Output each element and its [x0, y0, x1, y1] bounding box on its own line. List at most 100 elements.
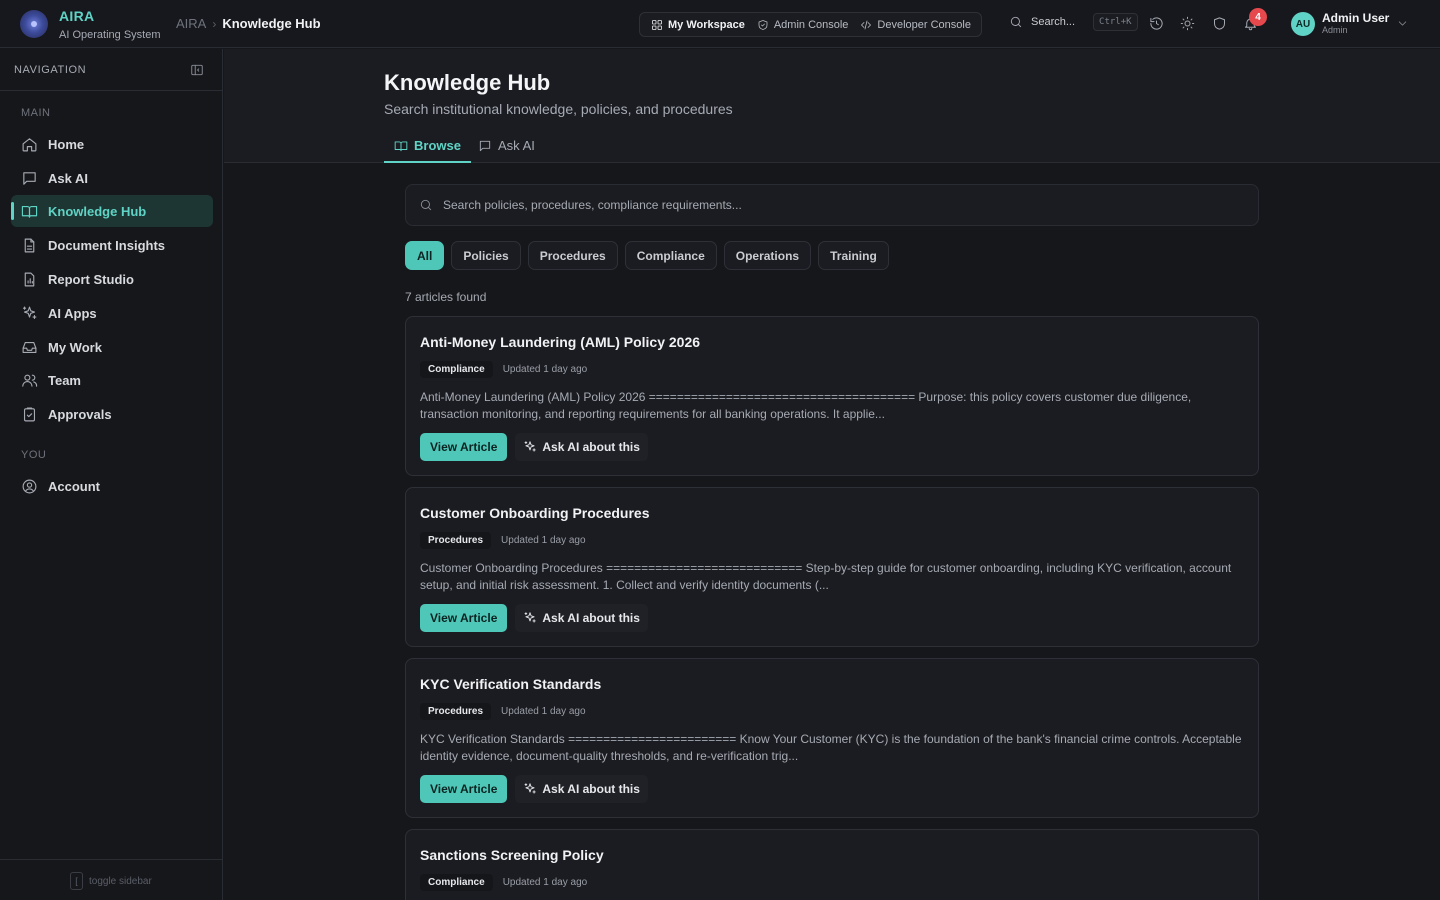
- filter-all[interactable]: All: [405, 241, 445, 270]
- toggle-sidebar-hint[interactable]: [ toggle sidebar: [70, 872, 152, 890]
- chat-icon: [479, 140, 491, 152]
- app-name: AIRA: [59, 8, 95, 24]
- aira-logo[interactable]: [20, 10, 48, 38]
- panel-collapse-icon: [191, 64, 203, 76]
- clipboard-check-icon: [23, 407, 36, 421]
- breadcrumb-root[interactable]: AIRA: [176, 16, 206, 31]
- ask-ai-about-button[interactable]: Ask AI about this: [515, 775, 648, 803]
- search-shortcut-hint: Ctrl+K: [1093, 13, 1138, 31]
- article-card: Sanctions Screening Policy Compliance Up…: [405, 829, 1259, 900]
- sparkles-icon: [524, 783, 537, 794]
- sidebar-item-ai-apps[interactable]: AI Apps: [11, 297, 213, 329]
- book-icon: [394, 141, 408, 152]
- updated-time: Updated 1 day ago: [502, 364, 588, 375]
- filter-compliance[interactable]: Compliance: [624, 241, 717, 270]
- theme-toggle-button[interactable]: [1180, 16, 1195, 31]
- article-card: Customer Onboarding Procedures Procedure…: [405, 487, 1259, 647]
- category-badge: Procedures: [420, 703, 492, 720]
- sidebar-item-home[interactable]: Home: [11, 128, 213, 160]
- breadcrumb: AIRA › Knowledge Hub: [176, 16, 321, 31]
- workspace-developer-console[interactable]: Developer Console: [860, 19, 979, 31]
- app-subtitle: AI Operating System: [59, 29, 161, 41]
- sun-icon: [1180, 16, 1195, 31]
- user-circle-icon: [22, 479, 37, 493]
- article-excerpt: Anti-Money Laundering (AML) Policy 2026 …: [420, 390, 1192, 421]
- sidebar-item-account[interactable]: Account: [11, 470, 213, 502]
- sidebar-item-team[interactable]: Team: [11, 364, 213, 396]
- history-icon: [1150, 17, 1163, 30]
- search-placeholder: Search policies, procedures, compliance …: [443, 198, 742, 212]
- view-article-button[interactable]: View Article: [420, 604, 508, 632]
- chevron-down-icon: [1396, 17, 1409, 30]
- global-search-button[interactable]: Search... Ctrl+K: [1009, 13, 1138, 31]
- page-header: Knowledge Hub Search institutional knowl…: [224, 49, 1440, 163]
- sidebar-item-label: Home: [48, 136, 85, 152]
- sidebar-item-document-insights[interactable]: Document Insights: [11, 229, 213, 261]
- filter-policies[interactable]: Policies: [451, 241, 521, 270]
- ask-ai-about-label: Ask AI about this: [542, 782, 640, 796]
- sparkles-icon: [524, 612, 537, 623]
- category-filters: All Policies Procedures Compliance Opera…: [405, 241, 889, 270]
- sidebar-item-knowledge-hub[interactable]: Knowledge Hub: [11, 195, 213, 227]
- sidebar-item-my-work[interactable]: My Work: [11, 331, 213, 363]
- view-article-button[interactable]: View Article: [420, 433, 508, 461]
- workspace-developer-console-label: Developer Console: [877, 18, 971, 31]
- sidebar-item-label: Account: [48, 478, 100, 494]
- results-count: 7 articles found: [405, 290, 487, 304]
- article-title[interactable]: Customer Onboarding Procedures: [420, 505, 649, 521]
- history-button[interactable]: [1149, 16, 1164, 31]
- global-search-label: Search...: [1031, 16, 1076, 28]
- workspace-switcher: My Workspace Admin Console Developer Con…: [639, 12, 982, 37]
- article-card: KYC Verification Standards Procedures Up…: [405, 658, 1259, 818]
- book-icon: [21, 205, 38, 218]
- article-card: Anti-Money Laundering (AML) Policy 2026 …: [405, 316, 1259, 476]
- grid-icon: [652, 19, 662, 30]
- workspace-admin-console-label: Admin Console: [773, 18, 849, 31]
- article-title[interactable]: Sanctions Screening Policy: [420, 847, 604, 863]
- filter-procedures[interactable]: Procedures: [527, 241, 618, 270]
- search-icon: [420, 199, 432, 211]
- article-title[interactable]: KYC Verification Standards: [420, 676, 601, 692]
- article-meta: Compliance Updated 1 day ago: [420, 874, 587, 891]
- workspace-my-workspace[interactable]: My Workspace: [651, 19, 753, 31]
- report-icon: [24, 272, 35, 286]
- updated-time: Updated 1 day ago: [501, 706, 586, 717]
- sidebar-item-report-studio[interactable]: Report Studio: [11, 263, 213, 295]
- shield-icon: [758, 19, 768, 30]
- article-title[interactable]: Anti-Money Laundering (AML) Policy 2026: [420, 334, 700, 350]
- top-bar: AIRA AI Operating System AIRA › Knowledg…: [0, 0, 1440, 48]
- tab-ask-ai[interactable]: Ask AI: [468, 134, 545, 163]
- sidebar-item-label: Knowledge Hub: [48, 203, 147, 219]
- article-actions: View Article Ask AI about this: [420, 604, 648, 632]
- security-button[interactable]: [1212, 16, 1227, 31]
- ask-ai-about-button[interactable]: Ask AI about this: [515, 604, 648, 632]
- sidebar-item-label: Document Insights: [48, 237, 166, 253]
- shield-icon: [1214, 17, 1225, 30]
- article-actions: View Article Ask AI about this: [420, 775, 648, 803]
- category-badge: Compliance: [420, 874, 493, 891]
- sparkles-icon: [22, 306, 37, 319]
- tab-browse[interactable]: Browse: [384, 134, 471, 163]
- updated-time: Updated 1 day ago: [502, 877, 588, 888]
- sidebar-item-ask-ai[interactable]: Ask AI: [11, 162, 213, 194]
- chat-icon: [23, 171, 36, 185]
- page-subtitle: Search institutional knowledge, policies…: [384, 101, 733, 117]
- document-icon: [24, 238, 35, 252]
- tab-browse-label: Browse: [414, 138, 461, 153]
- notification-count-badge: 4: [1249, 8, 1267, 26]
- filter-operations[interactable]: Operations: [723, 241, 812, 270]
- toggle-sidebar-label: toggle sidebar: [89, 875, 152, 887]
- filter-training[interactable]: Training: [818, 241, 889, 270]
- avatar: AU: [1291, 12, 1315, 36]
- article-actions: View Article Ask AI about this: [420, 433, 648, 461]
- user-menu[interactable]: AU Admin User Admin: [1291, 12, 1407, 36]
- workspace-admin-console[interactable]: Admin Console: [757, 19, 857, 31]
- view-article-button[interactable]: View Article: [420, 775, 508, 803]
- ask-ai-about-button[interactable]: Ask AI about this: [515, 433, 648, 461]
- sidebar-item-approvals[interactable]: Approvals: [11, 398, 213, 430]
- workspace-my-workspace-label: My Workspace: [668, 18, 745, 31]
- ask-ai-about-label: Ask AI about this: [542, 611, 640, 625]
- sidebar-collapse-button[interactable]: [190, 63, 204, 77]
- knowledge-search-input[interactable]: Search policies, procedures, compliance …: [405, 184, 1259, 226]
- sidebar-footer: [ toggle sidebar: [0, 859, 223, 900]
